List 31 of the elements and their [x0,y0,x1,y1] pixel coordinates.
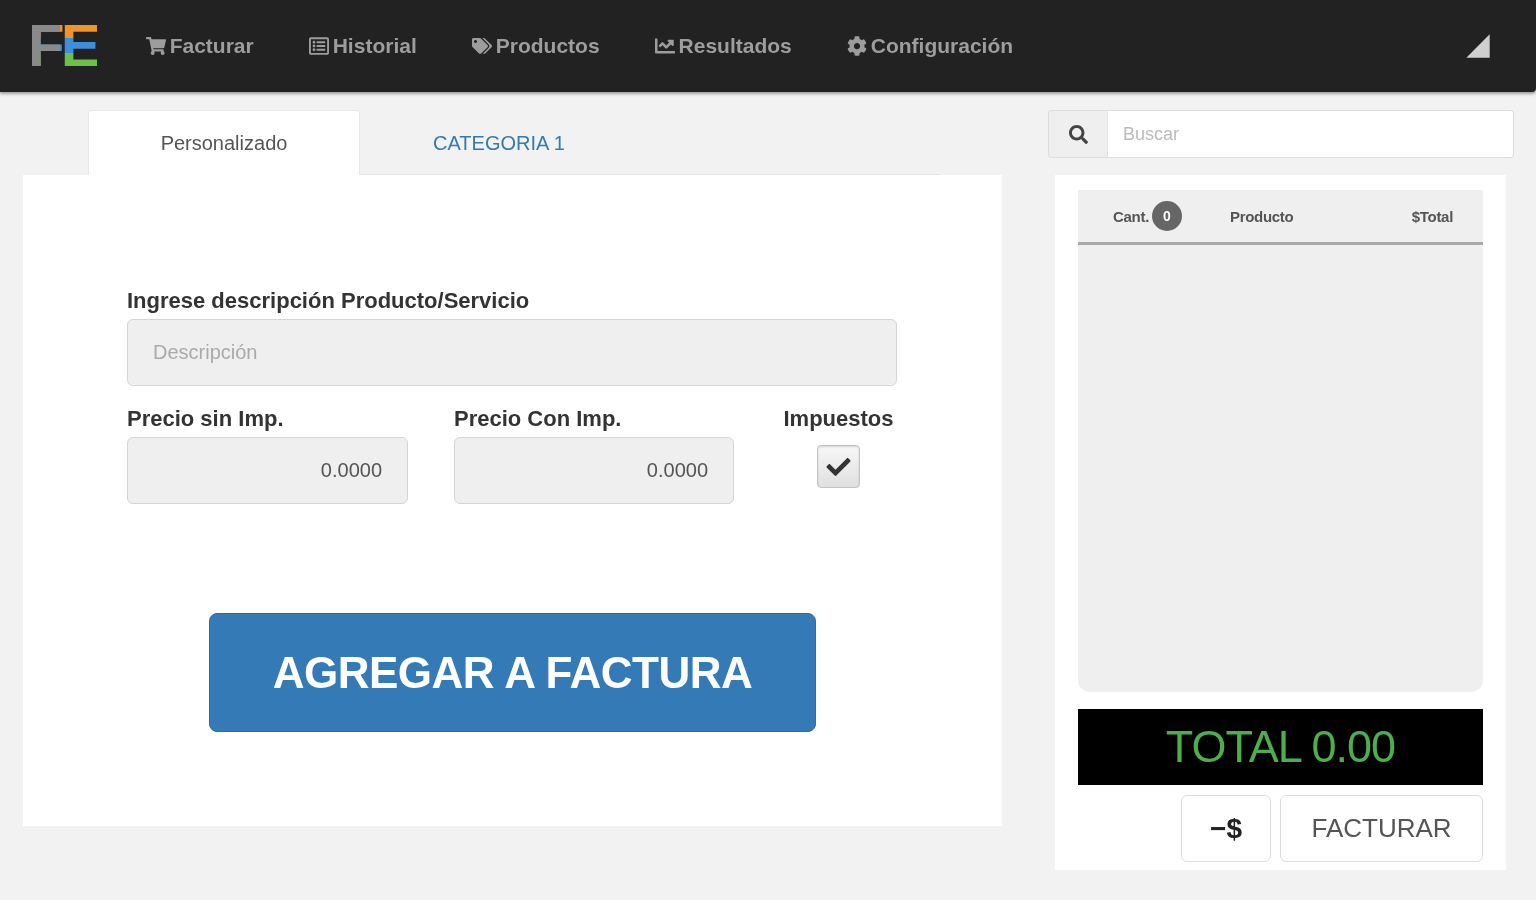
column-header: Cant. [1113,207,1149,225]
field-label: Ingrese descripción Producto/Servicio [127,288,531,314]
field-label: Precio sin Imp. [127,406,285,432]
tags-icon [471,36,492,56]
description-field[interactable]: Descripción [127,319,897,386]
settings-icon [846,36,867,56]
line-chart-icon [654,36,675,56]
invoice-button[interactable]: FACTURAR [1280,795,1483,862]
signal-icon[interactable] [1464,32,1492,60]
nav-link[interactable]: Historial [308,34,417,58]
search-icon [1068,124,1088,144]
nav-link[interactable]: Resultados [654,34,792,58]
total-display: TOTAL 0.00 [1078,709,1483,785]
nav-link[interactable]: Facturar [145,34,254,58]
taxes-checkbox[interactable] [817,445,860,488]
price-field[interactable]: 0.0000 [127,437,408,504]
cart-icon [145,36,166,56]
tab[interactable]: CATEGORIA 1 [360,110,638,176]
add-to-invoice-button[interactable]: AGREGAR A FACTURA [209,613,816,732]
list-icon [308,36,329,56]
nav-link[interactable]: Productos [471,34,600,58]
column-header: Producto [1230,207,1294,225]
field-label: Precio Con Imp. [454,406,623,432]
column-header: $Total [1411,207,1453,225]
count-badge: 0 [1152,201,1182,231]
price-field[interactable]: 0.0000 [454,437,734,504]
tab[interactable]: Personalizado [88,110,360,176]
search-field[interactable]: Buscar [1108,110,1514,158]
discount-button[interactable]: −$ [1181,795,1271,862]
field-label: Impuestos [783,406,894,432]
nav-link[interactable]: Configuración [846,34,1014,58]
